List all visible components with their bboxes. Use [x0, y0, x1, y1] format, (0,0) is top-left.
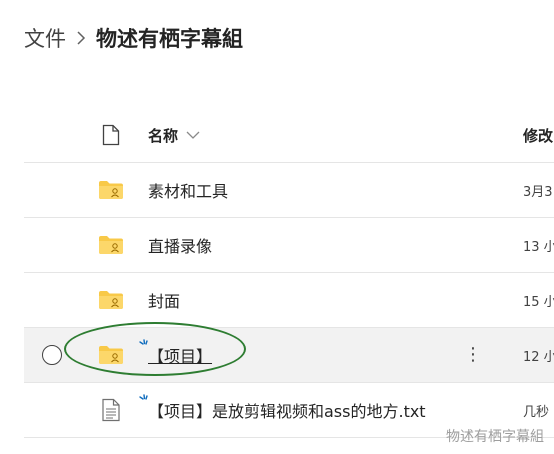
page-title: 物述有栖字幕組 [96, 27, 243, 51]
list-item[interactable]: 封面 15 小 [24, 273, 554, 328]
text-file-icon [98, 398, 124, 422]
list-item-name[interactable]: 【项目】 [148, 343, 212, 367]
folder-icon [98, 233, 124, 257]
list-item-modified: 几秒 [523, 404, 550, 420]
chevron-down-icon [186, 131, 200, 139]
list-item-modified: 3月3 [523, 184, 553, 200]
list-item-name[interactable]: 素材和工具 [148, 178, 228, 202]
modified-column-header[interactable]: 修改 [523, 125, 553, 146]
list-item-name[interactable]: 【项目】是放剪辑视频和ass的地方.txt [148, 398, 426, 422]
folder-icon [98, 343, 124, 367]
folder-icon [98, 288, 124, 312]
list-item-modified: 13 小 [523, 239, 554, 255]
row-select-checkbox[interactable] [42, 345, 62, 365]
list-item-name[interactable]: 封面 [148, 288, 180, 312]
folder-icon [98, 178, 124, 202]
list-item[interactable]: 素材和工具 3月3 [24, 163, 554, 218]
breadcrumb: 文件 物述有栖字幕組 [24, 20, 243, 56]
name-column-label: 名称 [148, 126, 179, 145]
name-column-header[interactable]: 名称 [148, 125, 200, 146]
breadcrumb-root-link[interactable]: 文件 [24, 23, 66, 53]
list-item[interactable]: 直播录像 13 小 [24, 218, 554, 273]
list-header: 名称 修改 [24, 108, 554, 163]
watermark: 物述有栖字幕組 [446, 429, 544, 445]
more-actions-button[interactable]: ⋮ [464, 346, 482, 364]
list-item-modified: 12 小 [523, 349, 554, 365]
file-list: 名称 修改 素材和工具 3月3 直播录像 13 小 封面 15 小 【项目】 ⋮… [24, 108, 554, 438]
list-item-selected[interactable]: 【项目】 ⋮ 12 小 [24, 328, 554, 383]
list-item-modified: 15 小 [523, 294, 554, 310]
chevron-right-icon [76, 30, 86, 46]
list-item-name[interactable]: 直播录像 [148, 233, 212, 257]
file-type-header-icon[interactable] [98, 123, 124, 147]
